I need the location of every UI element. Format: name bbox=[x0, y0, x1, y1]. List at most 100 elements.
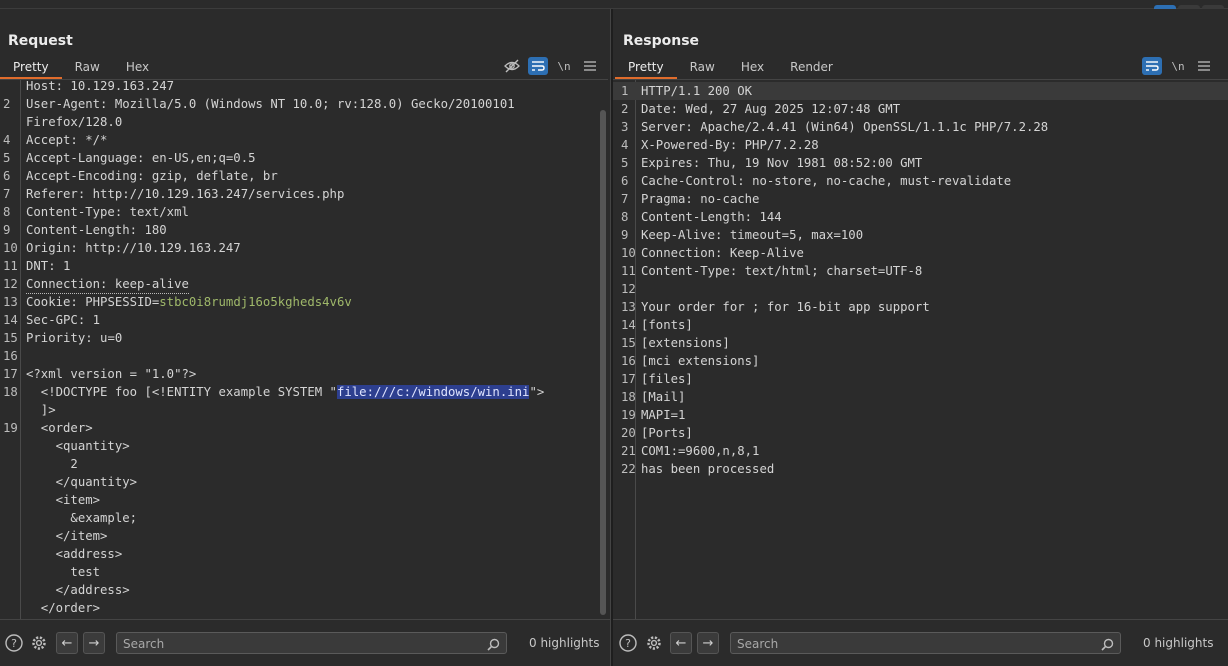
request-editor[interactable]: Host: 10.129.163.247 2 User-Agent: Mozilla… bbox=[0, 80, 608, 619]
line-code: User-Agent: Mozilla/5.0 (Windows NT 10.0… bbox=[26, 95, 515, 113]
line-code: Firefox/128.0 bbox=[26, 113, 122, 131]
line-code: </address> bbox=[26, 581, 130, 599]
line-number: 18 bbox=[621, 390, 636, 404]
line-code: Content-Type: text/html; charset=UTF-8 bbox=[641, 262, 922, 280]
line-value: HTTP/1.1 200 OK bbox=[641, 84, 753, 98]
line-number: 16 bbox=[621, 354, 636, 368]
line-number: 13 bbox=[3, 295, 18, 309]
eye-slash-icon[interactable] bbox=[502, 57, 522, 75]
response-line: 10 Connection: Keep-Alive bbox=[613, 244, 1228, 262]
gear-icon[interactable] bbox=[29, 633, 49, 653]
line-code: [files] bbox=[641, 370, 693, 388]
line-value: </address> bbox=[26, 583, 130, 597]
line-value: */* bbox=[85, 133, 108, 147]
response-line: 8 Content-Length: 144 bbox=[613, 208, 1228, 226]
help-icon[interactable]: ? bbox=[4, 633, 24, 653]
line-number: 22 bbox=[621, 462, 636, 476]
header-name: Content-Type: bbox=[26, 205, 130, 219]
line-value: </item> bbox=[26, 529, 108, 543]
previous-match-button[interactable]: ← bbox=[56, 632, 78, 654]
header-name: Origin: bbox=[26, 241, 86, 255]
line-value: [files] bbox=[641, 372, 693, 386]
line-code: Cookie: PHPSESSID=stbc0i8rumdj16o5kgheds… bbox=[26, 293, 352, 311]
line-value: text/xml bbox=[129, 205, 189, 219]
next-match-button[interactable]: → bbox=[83, 632, 105, 654]
response-line: 21 COM1:=9600,n,8,1 bbox=[613, 442, 1228, 460]
request-search-box bbox=[116, 632, 507, 654]
tab-request-pretty[interactable]: Pretty bbox=[0, 57, 62, 79]
tab-request-raw[interactable]: Raw bbox=[62, 57, 113, 79]
header-name: Connection: bbox=[26, 277, 115, 291]
line-number: 15 bbox=[3, 331, 18, 345]
newline-toggle-button[interactable]: \n bbox=[1168, 57, 1188, 75]
line-code: test bbox=[26, 563, 100, 581]
line-code: Expires: Thu, 19 Nov 1981 08:52:00 GMT bbox=[641, 154, 922, 172]
line-value: 10.129.163.247 bbox=[70, 80, 175, 93]
line-tail: "> bbox=[529, 385, 545, 399]
next-match-button[interactable]: → bbox=[697, 632, 719, 654]
tab-response-hex[interactable]: Hex bbox=[728, 57, 777, 79]
line-code: [Mail] bbox=[641, 388, 685, 406]
request-line: </address> bbox=[0, 581, 608, 599]
request-line: </quantity> bbox=[0, 473, 608, 491]
tab-request-hex[interactable]: Hex bbox=[113, 57, 162, 79]
search-icon[interactable] bbox=[1101, 636, 1114, 655]
header-name: Accept: bbox=[26, 133, 86, 147]
tab-response-pretty[interactable]: Pretty bbox=[615, 57, 677, 79]
wrap-icon[interactable] bbox=[528, 57, 548, 75]
previous-match-button[interactable]: ← bbox=[670, 632, 692, 654]
header-name: DNT: bbox=[26, 259, 64, 273]
wrap-icon[interactable] bbox=[1142, 57, 1162, 75]
line-code: </item> bbox=[26, 527, 108, 545]
line-value: Your order for ; for 16-bit app support bbox=[641, 300, 930, 314]
line-value: test bbox=[26, 565, 101, 579]
response-line: 3 Server: Apache/2.4.41 (Win64) OpenSSL/1… bbox=[613, 118, 1228, 136]
line-number: 12 bbox=[621, 282, 636, 296]
gear-icon[interactable] bbox=[644, 633, 664, 653]
request-line: <quantity> bbox=[0, 437, 608, 455]
header-name: Priority: bbox=[26, 331, 101, 345]
line-code: Host: 10.129.163.247 bbox=[26, 80, 174, 95]
header-name: Expires: bbox=[641, 156, 708, 170]
request-line: 2 User-Agent: Mozilla/5.0 (Windows NT 10.… bbox=[0, 95, 608, 113]
line-number: 4 bbox=[621, 138, 629, 152]
help-icon[interactable]: ? bbox=[618, 633, 638, 653]
tab-response-render[interactable]: Render bbox=[777, 57, 846, 79]
request-line: ]> bbox=[0, 401, 608, 419]
header-name: Keep-Alive: bbox=[641, 228, 730, 242]
line-number: 19 bbox=[3, 421, 18, 435]
hamburger-icon[interactable] bbox=[580, 57, 600, 75]
top-strip bbox=[0, 0, 1228, 9]
line-number: 10 bbox=[3, 241, 18, 255]
line-number: 10 bbox=[621, 246, 636, 260]
line-code: Content-Length: 180 bbox=[26, 221, 167, 239]
newline-toggle-button[interactable]: \n bbox=[554, 57, 574, 75]
response-editor[interactable]: 1 HTTP/1.1 200 OK 2 Date: Wed, 27 Aug 2025 … bbox=[613, 80, 1228, 619]
line-number: 17 bbox=[621, 372, 636, 386]
hamburger-icon[interactable] bbox=[1194, 57, 1214, 75]
line-value: &example; bbox=[26, 511, 138, 525]
line-number: 9 bbox=[3, 223, 11, 237]
request-line: 18 <!DOCTYPE foo [<!ENTITY example SYSTE… bbox=[0, 383, 608, 401]
line-code: Server: Apache/2.4.41 (Win64) OpenSSL/1.… bbox=[641, 118, 1048, 136]
request-line: test bbox=[0, 563, 608, 581]
request-scrollbar[interactable] bbox=[600, 110, 606, 615]
request-line: 14 Sec-GPC: 1 bbox=[0, 311, 608, 329]
response-search-input[interactable] bbox=[731, 634, 1091, 654]
search-icon[interactable] bbox=[487, 636, 500, 655]
request-tabs: Pretty Raw Hex bbox=[0, 57, 162, 79]
line-number: 18 bbox=[3, 385, 18, 399]
tab-response-raw[interactable]: Raw bbox=[677, 57, 728, 79]
line-value: MAPI=1 bbox=[641, 408, 686, 422]
line-code: Cache-Control: no-store, no-cache, must-… bbox=[641, 172, 1011, 190]
line-code: <!DOCTYPE foo [<!ENTITY example SYSTEM "… bbox=[26, 383, 544, 401]
request-footer: ? ← → 0 highlights bbox=[0, 619, 610, 666]
request-editor-tools: \n bbox=[502, 57, 600, 75]
response-line: 4 X-Powered-By: PHP/7.2.28 bbox=[613, 136, 1228, 154]
line-number: 5 bbox=[621, 156, 629, 170]
line-code: <?xml version = "1.0"?> bbox=[26, 365, 196, 383]
header-name: Date: bbox=[641, 102, 686, 116]
selected-text[interactable]: file:///c:/windows/win.ini bbox=[336, 385, 530, 399]
request-search-input[interactable] bbox=[117, 634, 477, 654]
header-name: Referer: bbox=[26, 187, 93, 201]
